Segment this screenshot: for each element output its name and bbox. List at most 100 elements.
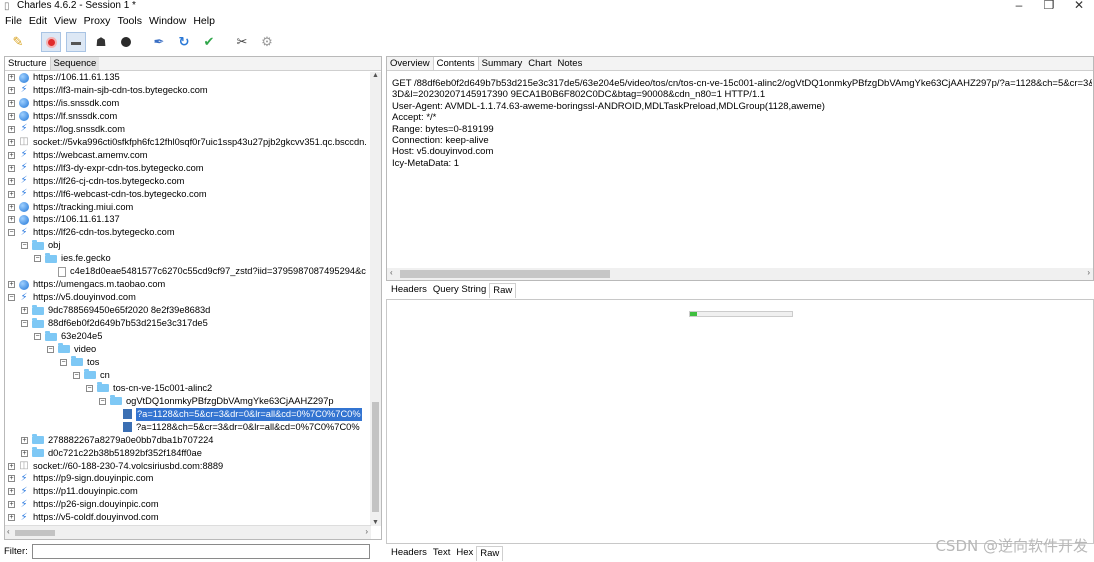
repeat-button[interactable]: ↻ — [174, 32, 194, 52]
collapse-icon[interactable]: − — [8, 294, 15, 302]
request-horizontal-scrollbar[interactable]: ‹ › — [387, 268, 1093, 280]
tree-row[interactable]: + ⚡ https://p11.douyinpic.com — [8, 485, 138, 498]
tree-row-selected[interactable]: ?a=1128&ch=5&cr=3&dr=0&lr=all&cd=0%7C0%7… — [112, 407, 362, 421]
menu-view[interactable]: View — [54, 14, 77, 29]
menu-help[interactable]: Help — [193, 14, 215, 29]
scroll-left-icon[interactable]: ‹ — [7, 527, 10, 536]
tree-row[interactable]: + ◫ socket://60-188-230-74.volcsiriusbd.co… — [8, 460, 223, 473]
tree-hscroll-thumb[interactable] — [15, 530, 55, 536]
clear-session-button[interactable]: ✎ — [8, 32, 28, 52]
response-tab-hex[interactable]: Hex — [453, 546, 476, 560]
expand-icon[interactable]: + — [8, 514, 15, 522]
expand-icon[interactable]: + — [21, 307, 28, 315]
tree-row[interactable]: + https://is.snssdk.com — [8, 97, 119, 110]
tree-row[interactable]: − ogVtDQ1onmkyPBfzgDbVAmgYke63CjAAHZ297p — [99, 395, 334, 408]
tab-summary[interactable]: Summary — [479, 57, 526, 70]
tree-vertical-scrollbar[interactable]: ▲ ▼ — [370, 72, 381, 526]
tree-row[interactable]: + https://tracking.miui.com — [8, 201, 133, 214]
tab-contents[interactable]: Contents — [432, 57, 479, 70]
tree-row[interactable]: − tos-cn-ve-15c001-alinc2 — [86, 382, 212, 395]
expand-icon[interactable]: + — [8, 475, 15, 483]
tree-scroll-thumb[interactable] — [372, 402, 379, 512]
tree-row[interactable]: +9dc788569450e65f2020 8e2f39e8683d — [21, 304, 210, 317]
tree-row[interactable]: +278882267a8279a0e0bb7dba1b707224 — [21, 434, 213, 447]
filter-input[interactable] — [31, 543, 370, 559]
expand-icon[interactable]: + — [8, 112, 15, 120]
tree-row[interactable]: + ⚡ https://lf6-webcast-cdn-tos.bytegecko.… — [8, 188, 207, 201]
breakpoints-button[interactable] — [116, 32, 136, 52]
expand-icon[interactable]: + — [8, 488, 15, 496]
request-scroll-right-icon[interactable]: › — [1087, 268, 1090, 277]
tree-row[interactable]: + ⚡ https://p9-sign.douyinpic.com — [8, 472, 153, 485]
expand-icon[interactable]: + — [8, 138, 15, 146]
tree-row[interactable]: + https://106.11.61.135 — [8, 72, 120, 84]
expand-icon[interactable]: + — [8, 125, 15, 133]
validate-button[interactable]: ✔ — [199, 32, 219, 52]
tree-row[interactable]: ?a=1128&ch=5&cr=3&dr=0&lr=all&cd=0%7C0%7… — [112, 421, 360, 434]
collapse-icon[interactable]: − — [8, 229, 15, 237]
maximize-icon[interactable]: ❐ — [1034, 0, 1064, 13]
tree-row[interactable]: − ies.fe.gecko — [34, 252, 111, 265]
expand-icon[interactable]: + — [8, 501, 15, 509]
collapse-icon[interactable]: − — [86, 384, 93, 392]
response-tab-headers[interactable]: Headers — [388, 546, 430, 560]
expand-icon[interactable]: + — [8, 151, 15, 159]
tree-row[interactable]: − ⚡ https://v5.douyinvod.com — [8, 291, 136, 304]
expand-icon[interactable]: + — [8, 203, 15, 211]
tree-row[interactable]: − ⚡ https://lf26-cdn-tos.bytegecko.com — [8, 226, 175, 239]
expand-icon[interactable]: + — [8, 190, 15, 198]
tree-row[interactable]: + ◫ socket://5vka996cti0sfkfph6fc12fhl0sqf… — [8, 136, 367, 149]
collapse-icon[interactable]: − — [34, 333, 41, 340]
record-button[interactable] — [41, 32, 61, 52]
tree-row[interactable]: − tos — [60, 356, 99, 369]
turtle-button[interactable]: ☗ — [91, 32, 111, 52]
menu-tools[interactable]: Tools — [117, 14, 142, 29]
expand-icon[interactable]: + — [8, 281, 15, 289]
tab-structure[interactable]: Structure — [5, 57, 51, 70]
request-raw-text[interactable]: GET /88df6eb0f2d649b7b53d215e3c317de5/63… — [392, 78, 1092, 169]
expand-icon[interactable]: + — [8, 74, 15, 81]
menu-proxy[interactable]: Proxy — [84, 14, 111, 29]
expand-icon[interactable]: + — [8, 177, 15, 185]
request-scroll-thumb[interactable] — [400, 270, 610, 278]
tab-notes[interactable]: Notes — [555, 57, 586, 70]
tree-row[interactable]: + ⚡ https://lf3-main-sjb-cdn-tos.bytegecko… — [8, 84, 208, 97]
close-icon[interactable]: ✕ — [1064, 0, 1094, 13]
collapse-icon[interactable]: − — [21, 320, 28, 328]
response-tab-raw[interactable]: Raw — [476, 545, 504, 561]
tree-row[interactable]: + https://umengacs.m.taobao.com — [8, 278, 165, 291]
collapse-icon[interactable]: − — [21, 242, 28, 250]
scroll-right-icon[interactable]: › — [365, 527, 368, 536]
menu-file[interactable]: File — [5, 14, 22, 29]
request-scroll-left-icon[interactable]: ‹ — [390, 268, 393, 277]
expand-icon[interactable]: + — [8, 164, 15, 172]
tree-row[interactable]: c4e18d0eae5481577c6270c55cd9cf97_zstd?ii… — [47, 265, 366, 278]
collapse-icon[interactable]: − — [99, 397, 106, 405]
request-tab-raw[interactable]: Raw — [489, 282, 517, 298]
tree-row[interactable]: + https://106.11.61.137 — [8, 213, 120, 226]
settings-button[interactable]: ⚙ — [257, 32, 277, 52]
request-tab-headers[interactable]: Headers — [388, 283, 430, 297]
expand-icon[interactable]: + — [8, 462, 15, 470]
tree-row[interactable]: − obj — [21, 239, 60, 252]
tab-overview[interactable]: Overview — [387, 57, 433, 70]
tree-row[interactable]: + d0c721c22b38b51892bf352f184ff0ae — [21, 447, 202, 460]
tree-row[interactable]: − cn — [73, 369, 110, 382]
tree-row[interactable]: − 88df6eb0f2d649b7b53d215e3c317de5 — [21, 317, 208, 330]
tree-row[interactable]: + ⚡ https://log.snssdk.com — [8, 123, 125, 136]
expand-icon[interactable]: + — [8, 216, 15, 224]
expand-icon[interactable]: + — [21, 436, 28, 444]
scroll-up-icon[interactable]: ▲ — [370, 72, 381, 79]
tools-button[interactable]: ✂ — [232, 32, 252, 52]
tree-row[interactable]: + ⚡ https://webcast.amemv.com — [8, 149, 148, 162]
tree-row[interactable]: + ⚡ https://lf26-cj-cdn-tos.bytegecko.com — [8, 175, 184, 188]
compose-button[interactable]: ✒ — [149, 32, 169, 52]
tree-row[interactable]: + https://lf.snssdk.com — [8, 110, 117, 123]
collapse-icon[interactable]: − — [47, 345, 54, 353]
tab-chart[interactable]: Chart — [525, 57, 554, 70]
tree-row[interactable]: + ⚡ https://p26-sign.douyinpic.com — [8, 498, 159, 511]
collapse-icon[interactable]: − — [60, 358, 67, 366]
scroll-down-icon[interactable]: ▼ — [370, 519, 381, 526]
response-tab-text[interactable]: Text — [430, 546, 453, 560]
collapse-icon[interactable]: − — [34, 255, 41, 263]
